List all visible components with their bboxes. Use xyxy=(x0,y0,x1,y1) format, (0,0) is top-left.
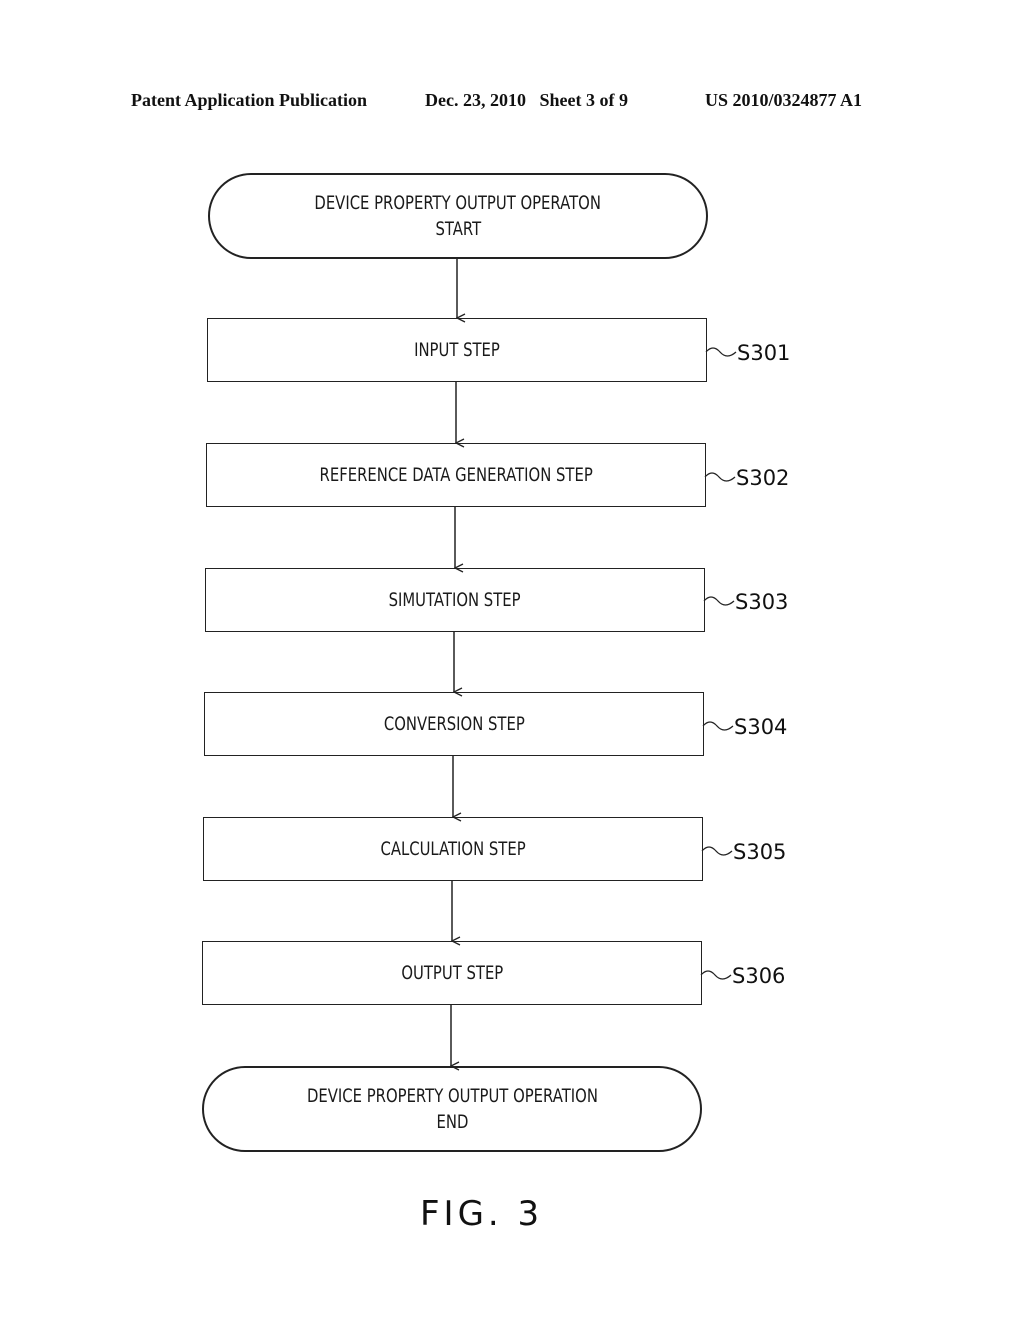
end-terminal: DEVICE PROPERTY OUTPUT OPERATION END xyxy=(202,1066,702,1152)
step-ref-s303: S303 xyxy=(735,590,789,614)
figure-label: FIG. 3 xyxy=(420,1194,544,1234)
step-label: OUTPUT STEP xyxy=(401,962,503,984)
step-label: REFERENCE DATA GENERATION STEP xyxy=(319,464,593,486)
step-box-s304: CONVERSION STEP xyxy=(204,692,704,756)
leader-s301 xyxy=(705,347,737,357)
step-box-s306: OUTPUT STEP xyxy=(202,941,702,1005)
step-label: CALCULATION STEP xyxy=(380,838,526,860)
end-title: DEVICE PROPERTY OUTPUT OPERATION xyxy=(306,1085,598,1107)
step-label: INPUT STEP xyxy=(414,339,500,361)
start-label: START xyxy=(435,218,481,240)
step-box-s301: INPUT STEP xyxy=(207,318,707,382)
step-ref-s306: S306 xyxy=(732,964,786,988)
step-box-s302: REFERENCE DATA GENERATION STEP xyxy=(206,443,706,507)
leader-s303 xyxy=(703,596,735,606)
leader-s302 xyxy=(704,472,736,482)
leader-s306 xyxy=(700,970,732,980)
step-box-s303: SIMUTATION STEP xyxy=(205,568,705,632)
end-label: END xyxy=(436,1111,468,1133)
step-label: CONVERSION STEP xyxy=(383,713,525,735)
step-ref-s302: S302 xyxy=(736,466,790,490)
step-ref-s304: S304 xyxy=(734,715,788,739)
leader-s304 xyxy=(702,721,734,731)
start-terminal: DEVICE PROPERTY OUTPUT OPERATON START xyxy=(208,173,708,259)
step-ref-s301: S301 xyxy=(737,341,791,365)
step-ref-s305: S305 xyxy=(733,840,787,864)
step-label: SIMUTATION STEP xyxy=(389,589,521,611)
step-box-s305: CALCULATION STEP xyxy=(203,817,703,881)
leader-s305 xyxy=(701,846,733,856)
start-title: DEVICE PROPERTY OUTPUT OPERATON xyxy=(314,192,602,214)
